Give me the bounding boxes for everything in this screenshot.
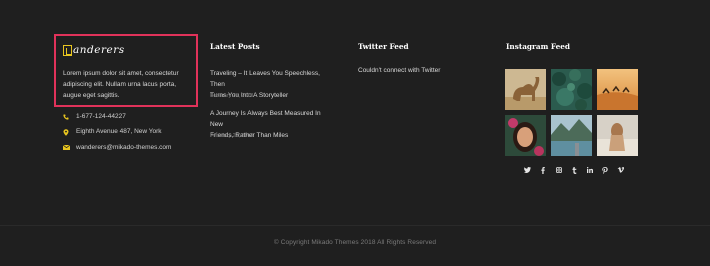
desert-caravan-image[interactable] — [597, 69, 638, 110]
twitter-error-message: Couldn't connect with Twitter — [358, 67, 441, 74]
latest-posts-title: Latest Posts — [210, 42, 260, 51]
address-text: Eighth Avenue 487, New York — [76, 128, 162, 135]
post-date: February 21, 2018 — [210, 133, 254, 139]
linkedin-icon[interactable] — [582, 167, 598, 176]
mail-icon — [62, 144, 71, 151]
instagram-icon[interactable] — [551, 167, 567, 176]
lake-mountains-image[interactable] — [551, 115, 592, 156]
camel-image[interactable] — [505, 69, 546, 110]
pinterest-icon[interactable] — [598, 167, 614, 176]
phone-icon — [63, 114, 69, 120]
logo-mark-icon — [63, 44, 72, 56]
portrait-woman-image[interactable] — [505, 115, 546, 156]
contact-phone: 1-677-124-44227 — [63, 113, 126, 120]
logo[interactable]: anderers — [63, 42, 125, 58]
contact-address: Eighth Avenue 487, New York — [63, 128, 162, 136]
instagram-feed-title: Instagram Feed — [506, 42, 571, 51]
facebook-icon[interactable] — [536, 167, 552, 176]
footer-bottom-bar: © Copyright Mikado Themes 2018 All Right… — [0, 225, 710, 266]
post-title-line[interactable]: A Journey Is Always Best Measured In New — [210, 108, 335, 130]
logo-text: anderers — [73, 44, 125, 56]
twitter-icon[interactable] — [520, 167, 536, 176]
copyright-text: © Copyright Mikado Themes 2018 All Right… — [273, 239, 437, 246]
social-icons — [520, 167, 629, 176]
email-link[interactable]: wanderers@mikado-themes.com — [76, 144, 171, 151]
post-date: February 21, 2018 — [210, 93, 254, 99]
forest-aerial-image[interactable] — [551, 69, 592, 110]
tumblr-icon[interactable] — [567, 167, 583, 176]
contact-email[interactable]: wanderers@mikado-themes.com — [62, 144, 171, 151]
phone-text: 1-677-124-44227 — [76, 113, 126, 120]
beach-woman-image[interactable] — [597, 115, 638, 156]
post-title-line[interactable]: Traveling – It Leaves You Speechless, Th… — [210, 68, 335, 90]
location-pin-icon — [63, 128, 69, 136]
twitter-feed-title: Twitter Feed — [358, 42, 409, 51]
vimeo-icon[interactable] — [613, 167, 629, 176]
about-text: Lorem ipsum dolor sit amet, consectetur … — [63, 70, 179, 99]
